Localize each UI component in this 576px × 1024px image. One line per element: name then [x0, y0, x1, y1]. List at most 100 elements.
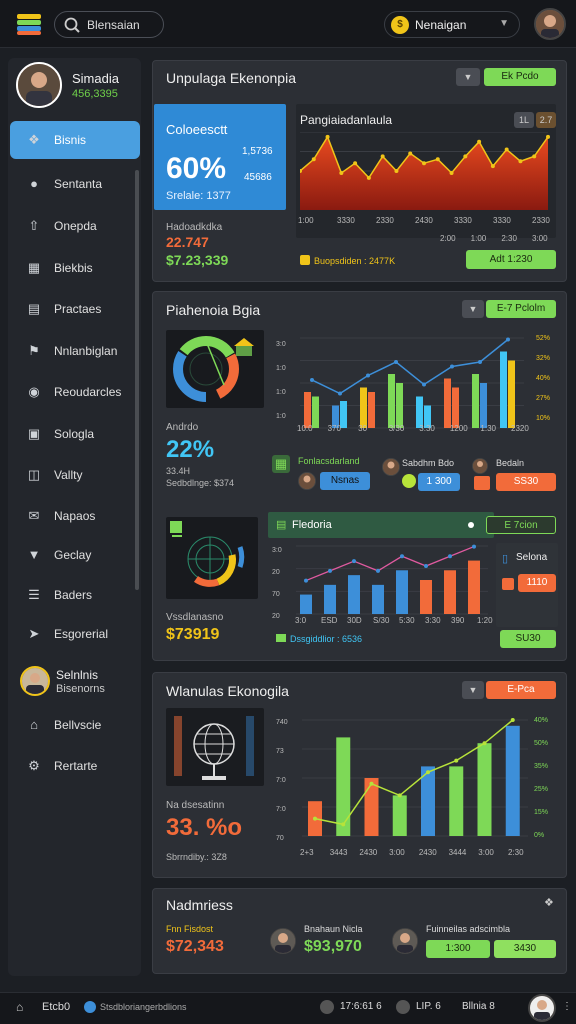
panel-action-button[interactable]: E-7 Pclolm: [486, 300, 556, 318]
sidebar-user-avatar[interactable]: [20, 666, 50, 696]
sidebar-item-rertarte[interactable]: ⚙ Rertarte: [10, 747, 140, 785]
grid-icon: ▦: [27, 260, 41, 275]
user-3-avatar[interactable]: [472, 458, 488, 474]
chat-icon[interactable]: [84, 1001, 96, 1013]
sidebar-item-onepda[interactable]: ⇧ Onepda: [10, 207, 140, 245]
chart-badge-label: 2.7: [539, 115, 553, 125]
sidebar-item-bellvscie[interactable]: ⌂ Bellvscie: [10, 706, 140, 744]
stat-percent: 22%: [166, 436, 215, 463]
user-name: Nenaigan: [415, 18, 467, 32]
user-menu[interactable]: $ Nenaigan ▼: [384, 11, 520, 38]
x-tick-label: 2:00: [440, 234, 456, 243]
home-icon[interactable]: ⌂: [16, 1000, 30, 1014]
bar: [348, 575, 360, 614]
sidebar-item-practaes[interactable]: ▤ Practaes: [10, 290, 140, 328]
search-input[interactable]: Blensaian: [54, 11, 164, 38]
side-card-button-1[interactable]: 1110: [518, 574, 556, 592]
panel-action-button[interactable]: E-Pca: [486, 681, 556, 699]
status-avatar[interactable]: [528, 994, 556, 1022]
data-point: [339, 170, 344, 175]
dropdown-toggle[interactable]: ▼: [462, 681, 484, 699]
data-point: [366, 175, 371, 180]
panel-action-button[interactable]: Ek Pcdo: [484, 68, 556, 86]
y-tick-label: 25%: [534, 786, 548, 793]
sidebar-item-baders[interactable]: ☰ Baders: [10, 576, 140, 614]
clock-icon[interactable]: [320, 1000, 334, 1014]
stat-sub-1: 33.4H: [166, 466, 191, 476]
user-3-button[interactable]: SS30: [496, 473, 556, 491]
pin-icon[interactable]: ❖: [544, 896, 554, 909]
user-avatar[interactable]: [534, 8, 566, 40]
user-2-button[interactable]: 1 300: [418, 473, 460, 491]
settings-icon: ⚙: [28, 758, 40, 773]
sidebar-item-label: Sologla: [54, 427, 95, 441]
button-label: SU30: [515, 633, 541, 644]
kpi-side-2: 45686: [244, 172, 272, 183]
metric-3-button-2[interactable]: 3430: [494, 940, 556, 958]
chart-action-button[interactable]: Adt 1:230: [466, 250, 556, 269]
dropdown-toggle[interactable]: ▼: [462, 300, 484, 318]
bar: [505, 725, 520, 836]
sidebar-item-vallty[interactable]: ◫ Vallty: [10, 456, 140, 494]
user-1-avatar[interactable]: [298, 472, 316, 490]
radar-tile[interactable]: [166, 517, 258, 599]
metric-2-value: $93,970: [304, 938, 362, 955]
sidebar-item-sentanta[interactable]: ● Sentanta: [10, 165, 140, 203]
sidebar-item-sologla[interactable]: ▣ Sologla: [10, 415, 140, 453]
data-point: [424, 564, 428, 568]
metric-1-label: Fnn Fisdost: [166, 924, 214, 934]
sidebar-item-bisnis[interactable]: ❖ Bisnis: [10, 121, 140, 159]
data-point: [450, 364, 454, 369]
x-tick-label: 1:20: [477, 616, 493, 625]
sidebar-item-label: Napaos: [54, 509, 96, 523]
network-icon[interactable]: [396, 1000, 410, 1014]
sidebar-item-esgorerial[interactable]: ➤ Esgorerial: [10, 615, 140, 653]
data-point: [449, 170, 454, 175]
status-dot-icon: [402, 474, 416, 488]
chart-badge-1[interactable]: 1L: [514, 112, 534, 128]
report-icon: ◫: [27, 467, 41, 482]
sidebar-item-biekbis[interactable]: ▦ Biekbis: [10, 249, 140, 287]
sidebar-item-reoudarcles[interactable]: ◉ Reoudarcles: [10, 373, 140, 411]
kpi-percent: 60%: [166, 152, 227, 185]
data-point: [435, 157, 440, 162]
chart-badge-2[interactable]: 2.7: [536, 112, 556, 128]
chart-title: Pangiaiadanlaula: [300, 113, 393, 127]
more-icon[interactable]: ⋮: [562, 1001, 572, 1012]
y-tick-label: 15%: [534, 809, 548, 816]
user-1-button[interactable]: Nsnas: [320, 472, 370, 490]
inner-stat-label: Vssdlanasno: [166, 612, 224, 623]
dropdown-toggle[interactable]: ▼: [456, 68, 480, 86]
inner-panel-button[interactable]: E 7cion: [486, 516, 556, 534]
sidebar-item-label: Biekbis: [54, 261, 93, 275]
bar: [420, 580, 432, 614]
sidebar-item-label: Nnlanbiglan: [54, 344, 118, 358]
chart-badge-label: 1L: [518, 115, 529, 125]
user-2-avatar[interactable]: [382, 458, 400, 476]
combo-chart: 740 73 7:0 7:0 70 40% 50% 35% 25% 15% 0%: [276, 717, 548, 842]
arrow-icon: ➤: [28, 626, 40, 641]
metric-3-button-1[interactable]: 1:300: [426, 940, 490, 958]
y-tick-label: 27%: [536, 395, 550, 402]
metric-3-avatar[interactable]: [392, 928, 418, 954]
sidebar-item-geclay[interactable]: ▼ Geclay: [10, 536, 140, 574]
inner-chart-x-ticks: 3:0 ESD 30D S/30 5:30 3:30 390 1:20: [295, 616, 495, 628]
y-tick-label: 35%: [534, 763, 548, 770]
x-tick-label: 2330: [376, 216, 394, 225]
side-card-button-2[interactable]: SU30: [500, 630, 556, 648]
app-logo-icon[interactable]: [16, 12, 42, 36]
donut-chart-tile[interactable]: [166, 330, 264, 408]
globe-tile[interactable]: [166, 708, 264, 786]
profile-avatar[interactable]: [16, 62, 62, 108]
sidebar-item-nnlanbiglan[interactable]: ⚑ Nnlanbiglan: [10, 332, 140, 370]
data-point: [338, 391, 342, 396]
trash-icon[interactable]: ▦: [272, 455, 290, 473]
status-left: Etcb0: [42, 1001, 71, 1013]
stat-sub: Sbrrndiby.: 3Z8: [166, 852, 227, 862]
bar: [360, 387, 367, 428]
metric-2-avatar[interactable]: [270, 928, 296, 954]
data-point: [325, 134, 330, 139]
bar: [500, 351, 507, 428]
speech-bubble-icon: ❖: [28, 132, 40, 147]
sidebar-item-napaos[interactable]: ✉ Napaos: [10, 497, 140, 535]
